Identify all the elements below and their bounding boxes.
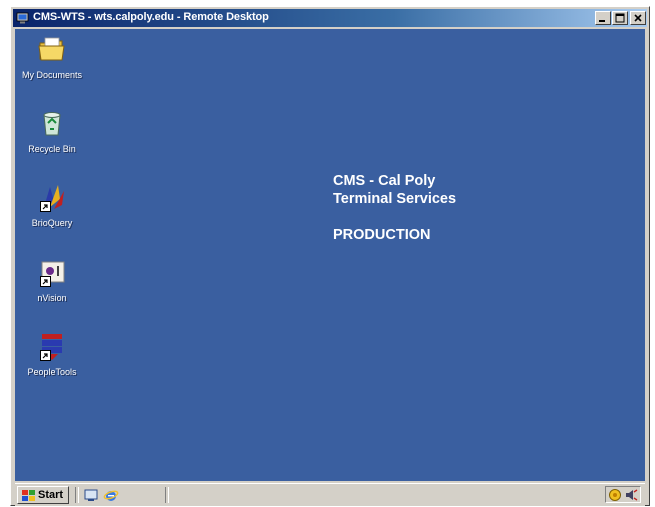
desktop-icon-my-documents[interactable]: My Documents — [9, 33, 95, 83]
volume-icon[interactable] — [624, 488, 638, 502]
desktop[interactable]: My Documents Recycle Bin BrioQuery nVisi… — [15, 29, 645, 481]
maximize-button[interactable] — [612, 11, 628, 25]
minimize-icon — [599, 20, 605, 22]
start-label: Start — [38, 489, 64, 501]
close-icon — [634, 14, 642, 22]
remote-desktop-window: CMS-WTS - wts.calpoly.edu - Remote Deskt… — [10, 6, 650, 506]
desktop-icon-label: nVision — [35, 293, 69, 303]
remote-desktop-icon — [16, 12, 29, 24]
shortcut-arrow-icon — [40, 201, 51, 212]
taskbar-separator — [165, 487, 169, 503]
recycle-bin-icon — [43, 112, 61, 136]
start-button[interactable]: Start — [17, 486, 69, 504]
network-icon[interactable] — [608, 488, 622, 502]
desktop-icon-label: BrioQuery — [29, 218, 75, 228]
desktop-icon-label: Recycle Bin — [26, 144, 78, 154]
internet-explorer-icon[interactable] — [103, 487, 119, 503]
system-tray — [605, 486, 641, 503]
window-title: CMS-WTS - wts.calpoly.edu - Remote Deskt… — [33, 11, 269, 23]
desktop-icon-recycle-bin[interactable]: Recycle Bin — [9, 107, 95, 157]
taskbar: Start — [15, 483, 645, 506]
maximize-icon — [615, 13, 625, 23]
title-bar[interactable]: CMS-WTS - wts.calpoly.edu - Remote Deskt… — [13, 9, 647, 27]
desktop-icon-label: PeopleTools — [25, 367, 79, 377]
desktop-icon-brioquery[interactable]: BrioQuery — [9, 181, 95, 231]
desktop-icon-label: My Documents — [19, 70, 85, 80]
banner-line-environment: PRODUCTION — [333, 227, 431, 243]
minimize-button[interactable] — [595, 11, 611, 25]
close-button[interactable] — [630, 11, 646, 25]
windows-logo-icon — [22, 490, 35, 501]
shortcut-arrow-icon — [40, 350, 51, 361]
my-documents-folder-icon — [38, 37, 65, 61]
shortcut-arrow-icon — [40, 276, 51, 287]
show-desktop-icon[interactable] — [83, 487, 99, 503]
desktop-icon-nvision[interactable]: nVision — [9, 256, 95, 306]
desktop-icon-peopletools[interactable]: PeopleTools — [9, 330, 95, 380]
server-banner: CMS - Cal Poly Terminal Services PRODUCT… — [333, 172, 456, 244]
banner-line-organization: CMS - Cal Poly — [333, 173, 436, 189]
banner-line-service: Terminal Services — [333, 191, 457, 207]
taskbar-separator — [75, 487, 79, 503]
